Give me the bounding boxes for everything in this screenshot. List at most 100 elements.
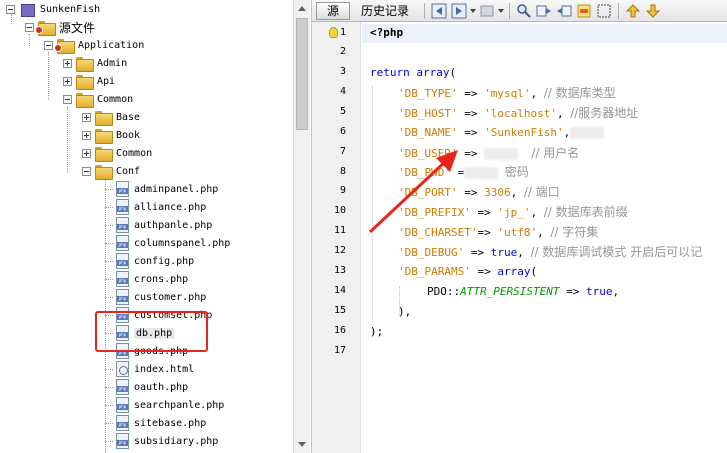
comment: // 字符集 bbox=[550, 225, 599, 239]
collapse-icon[interactable] bbox=[82, 166, 91, 176]
file-item[interactable]: php alliance.php bbox=[116, 198, 206, 216]
line-number: 16 bbox=[333, 325, 346, 336]
editor-toolbar: 源 历史记录 bbox=[312, 0, 727, 22]
php-file-icon: php bbox=[116, 235, 129, 251]
file-item[interactable]: php columnspanel.php bbox=[116, 234, 230, 252]
toggle-rect-select-icon[interactable] bbox=[596, 3, 612, 19]
file-item[interactable]: php authpanle.php bbox=[116, 216, 212, 234]
scroll-thumb[interactable] bbox=[296, 18, 308, 130]
expand-icon[interactable] bbox=[82, 112, 91, 122]
tree-node-admin[interactable]: Admin bbox=[63, 54, 127, 72]
code-line-8: 'DB_PWD' = 密码 bbox=[398, 163, 529, 181]
code-editor[interactable]: 源 历史记录 1 2 3 4 5 6 7 8 9 10 11 12 13 14 … bbox=[311, 0, 727, 453]
file-item[interactable]: php customer.php bbox=[116, 288, 206, 306]
file-name: index.html bbox=[134, 363, 195, 375]
number-value: 3306 bbox=[484, 186, 511, 199]
php-file-icon: php bbox=[116, 199, 129, 215]
expand-icon[interactable] bbox=[82, 130, 91, 140]
collapse-icon[interactable] bbox=[6, 4, 15, 14]
comment: // 用户名 bbox=[531, 146, 580, 160]
code-line-13: 'DB_PARAMS' => array( bbox=[398, 263, 537, 281]
tree-node-label: Base bbox=[116, 111, 141, 123]
operator: => bbox=[464, 246, 491, 259]
folder-icon bbox=[95, 128, 113, 144]
back-icon[interactable] bbox=[431, 3, 447, 19]
tree-node-conf[interactable]: Conf bbox=[82, 162, 140, 180]
code-text: ); bbox=[370, 325, 384, 338]
folder-icon bbox=[95, 110, 113, 126]
highlight-box-annotation bbox=[95, 311, 208, 352]
file-item[interactable]: php adminpanel.php bbox=[116, 180, 218, 198]
tree-node-base[interactable]: Base bbox=[82, 108, 140, 126]
redacted-text bbox=[464, 167, 499, 179]
file-name: searchpanle.php bbox=[134, 399, 225, 411]
folder-icon bbox=[95, 146, 113, 162]
file-name: sitebase.php bbox=[134, 417, 207, 429]
tree-node-api[interactable]: Api bbox=[63, 72, 115, 90]
string-value: 'mysql' bbox=[484, 87, 531, 100]
tab-history[interactable]: 历史记录 bbox=[350, 2, 420, 20]
tree-node-application[interactable]: Application bbox=[44, 36, 144, 54]
array-key: 'DB_PARAMS' bbox=[398, 265, 471, 278]
tree-node-label: Common bbox=[97, 93, 134, 105]
find-icon[interactable] bbox=[516, 3, 532, 19]
find-next-icon[interactable] bbox=[556, 3, 572, 19]
punctuation: , bbox=[556, 107, 571, 120]
tree-node-source-files[interactable]: 源文件 bbox=[25, 18, 95, 36]
file-item[interactable]: php subsidiary.php bbox=[116, 432, 218, 450]
expand-icon[interactable] bbox=[63, 76, 72, 86]
comment: // 数据库类型 bbox=[543, 86, 616, 100]
collapse-icon[interactable] bbox=[44, 40, 53, 50]
toggle-highlight-icon[interactable] bbox=[576, 3, 592, 19]
folder-icon bbox=[76, 92, 94, 108]
line-number: 1 bbox=[339, 27, 346, 38]
boolean-value: true bbox=[490, 246, 518, 259]
array-key: 'DB_HOST' bbox=[398, 107, 458, 120]
file-item[interactable]: php searchpanle.php bbox=[116, 396, 224, 414]
tree-node-project[interactable]: SunkenFish bbox=[6, 0, 100, 18]
project-tree: SunkenFish 源文件 Application Admin Api Com… bbox=[0, 0, 293, 453]
array-key: 'DB_NAME' bbox=[398, 126, 458, 139]
file-item[interactable]: php config.php bbox=[116, 252, 194, 270]
expand-icon[interactable] bbox=[63, 58, 72, 68]
toolbar-separator bbox=[509, 2, 511, 19]
file-item[interactable]: index.html bbox=[116, 360, 194, 378]
dropdown-arrow-icon[interactable] bbox=[470, 8, 477, 13]
dropdown-arrow-icon[interactable] bbox=[498, 8, 505, 13]
line-number: 14 bbox=[333, 285, 346, 296]
scroll-up-icon[interactable] bbox=[298, 6, 306, 11]
line-number: 11 bbox=[333, 225, 346, 236]
file-item[interactable]: php oauth.php bbox=[116, 378, 188, 396]
line-number: 15 bbox=[333, 305, 346, 316]
history-dropdown-icon[interactable] bbox=[479, 3, 495, 19]
tab-source[interactable]: 源 bbox=[316, 1, 351, 20]
file-item[interactable]: php crons.php bbox=[116, 270, 188, 288]
keyword: return bbox=[370, 66, 410, 79]
boolean-value: true bbox=[585, 285, 613, 298]
punctuation: , bbox=[537, 226, 551, 239]
next-bookmark-icon[interactable] bbox=[645, 3, 661, 19]
tree-node-common-sub[interactable]: Common bbox=[82, 144, 152, 162]
collapse-icon[interactable] bbox=[63, 94, 72, 104]
line-number: 9 bbox=[339, 185, 346, 196]
code-line-9: 'DB_PORT' => 3306, // 端口 bbox=[398, 183, 560, 201]
scroll-down-icon[interactable] bbox=[298, 442, 306, 447]
prev-bookmark-icon[interactable] bbox=[625, 3, 641, 19]
forward-icon[interactable] bbox=[451, 3, 467, 19]
collapse-icon[interactable] bbox=[25, 22, 34, 32]
code-line-11: 'DB_CHARSET'=> 'utf8', // 字符集 bbox=[398, 223, 598, 241]
code-line-16: ); bbox=[370, 323, 383, 341]
find-prev-icon[interactable] bbox=[536, 3, 552, 19]
paren: ( bbox=[449, 66, 457, 79]
folder-icon bbox=[54, 38, 75, 54]
comment: // 数据库表前缀 bbox=[543, 205, 628, 219]
tree-scrollbar[interactable] bbox=[293, 0, 310, 453]
file-item[interactable]: php sitebase.php bbox=[116, 414, 206, 432]
tree-node-common[interactable]: Common bbox=[63, 90, 133, 108]
tree-node-label: Book bbox=[116, 129, 141, 141]
error-badge-icon bbox=[54, 43, 62, 52]
expand-icon[interactable] bbox=[82, 148, 91, 158]
file-name: crons.php bbox=[134, 273, 189, 285]
tree-node-book[interactable]: Book bbox=[82, 126, 140, 144]
current-line-highlight bbox=[362, 24, 727, 43]
